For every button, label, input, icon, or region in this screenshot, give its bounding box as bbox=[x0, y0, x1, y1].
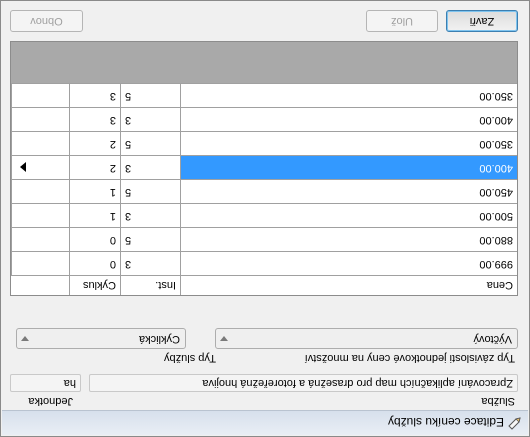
cell-cyklus[interactable]: 1 bbox=[69, 204, 120, 227]
cell-cena[interactable]: 400.00 bbox=[180, 156, 517, 179]
grid-header: Cena Inst. Cyklus bbox=[11, 275, 517, 295]
cell-cena[interactable]: 450.00 bbox=[180, 180, 517, 203]
cell-cyklus[interactable]: 0 bbox=[69, 252, 120, 275]
cell-inst[interactable]: 5 bbox=[120, 228, 180, 251]
cell-inst[interactable]: 3 bbox=[120, 156, 180, 179]
table-row[interactable]: 350.00 5 3 bbox=[11, 83, 517, 107]
chevron-down-icon bbox=[21, 336, 29, 341]
cell-cyklus[interactable]: 0 bbox=[69, 228, 120, 251]
cell-cena[interactable]: 350.00 bbox=[180, 132, 517, 155]
rotated-window-stage: Editace ceníku služby Služba Jednotka Zp… bbox=[0, 0, 530, 437]
dependency-type-label: Typ závislosti jednotkové ceny na množst… bbox=[304, 352, 515, 364]
price-grid[interactable]: Cena Inst. Cyklus 999.00 3 0 880.00 5 0 500.00… bbox=[10, 41, 518, 296]
cell-cena[interactable]: 350.00 bbox=[180, 84, 517, 107]
cell-inst[interactable]: 5 bbox=[120, 84, 180, 107]
cell-inst[interactable]: 5 bbox=[120, 180, 180, 203]
cell-inst[interactable]: 5 bbox=[120, 132, 180, 155]
cell-cena[interactable]: 500.00 bbox=[180, 204, 517, 227]
grid-corner bbox=[11, 275, 69, 295]
cell-cyklus[interactable]: 3 bbox=[69, 84, 120, 107]
row-header[interactable] bbox=[11, 84, 69, 107]
edit-pencil-icon bbox=[508, 417, 521, 430]
row-header[interactable] bbox=[11, 180, 69, 203]
close-button[interactable]: Zavři bbox=[446, 10, 518, 32]
row-header[interactable] bbox=[11, 108, 69, 131]
dependency-type-combo[interactable]: Výčtový bbox=[215, 328, 518, 349]
dialog-window: Editace ceníku služby Služba Jednotka Zp… bbox=[0, 0, 530, 437]
table-row[interactable]: 400.00 3 3 bbox=[11, 107, 517, 131]
table-row[interactable]: 500.00 3 1 bbox=[11, 203, 517, 227]
cell-inst[interactable]: 3 bbox=[120, 204, 180, 227]
service-label: Služba bbox=[481, 395, 515, 407]
service-type-label: Typ služby bbox=[164, 352, 216, 364]
cell-inst[interactable]: 3 bbox=[120, 108, 180, 131]
cell-cyklus[interactable]: 2 bbox=[69, 156, 120, 179]
service-type-combo[interactable]: Cyklická bbox=[16, 328, 186, 349]
cell-cena[interactable]: 880.00 bbox=[180, 228, 517, 251]
table-row[interactable]: 880.00 5 0 bbox=[11, 227, 517, 251]
table-row[interactable]: 450.00 5 1 bbox=[11, 179, 517, 203]
cell-cyklus[interactable]: 3 bbox=[69, 108, 120, 131]
window-title: Editace ceníku služby bbox=[387, 415, 504, 429]
row-header[interactable] bbox=[11, 204, 69, 227]
service-type-value: Cyklická bbox=[139, 333, 180, 345]
column-header-cena[interactable]: Cena bbox=[180, 275, 517, 295]
chevron-down-icon bbox=[220, 336, 228, 341]
table-row[interactable]: 999.00 3 0 bbox=[11, 251, 517, 275]
cell-cyklus[interactable]: 2 bbox=[69, 132, 120, 155]
row-header[interactable] bbox=[11, 252, 69, 275]
refresh-button[interactable]: Obnov bbox=[10, 10, 83, 32]
row-header[interactable] bbox=[11, 228, 69, 251]
cell-cena[interactable]: 999.00 bbox=[180, 252, 517, 275]
unit-field[interactable]: ha bbox=[10, 374, 81, 392]
service-field[interactable]: Zpracování aplikačních map pro drasežná … bbox=[89, 374, 518, 392]
cell-inst[interactable]: 3 bbox=[120, 252, 180, 275]
table-row[interactable]: 350.00 5 2 bbox=[11, 131, 517, 155]
current-row-pointer-icon bbox=[20, 162, 26, 172]
row-header[interactable] bbox=[11, 156, 69, 179]
cell-cyklus[interactable]: 1 bbox=[69, 180, 120, 203]
save-button[interactable]: Ulož bbox=[366, 10, 438, 32]
column-header-inst[interactable]: Inst. bbox=[120, 275, 180, 295]
dependency-type-value: Výčtový bbox=[473, 333, 512, 345]
title-bar[interactable]: Editace ceníku služby bbox=[2, 410, 528, 435]
cell-cena[interactable]: 400.00 bbox=[180, 108, 517, 131]
row-header[interactable] bbox=[11, 132, 69, 155]
column-header-cyklus[interactable]: Cyklus bbox=[69, 275, 120, 295]
unit-label: Jednotka bbox=[28, 395, 73, 407]
table-row[interactable]: 400.00 3 2 bbox=[11, 155, 517, 179]
